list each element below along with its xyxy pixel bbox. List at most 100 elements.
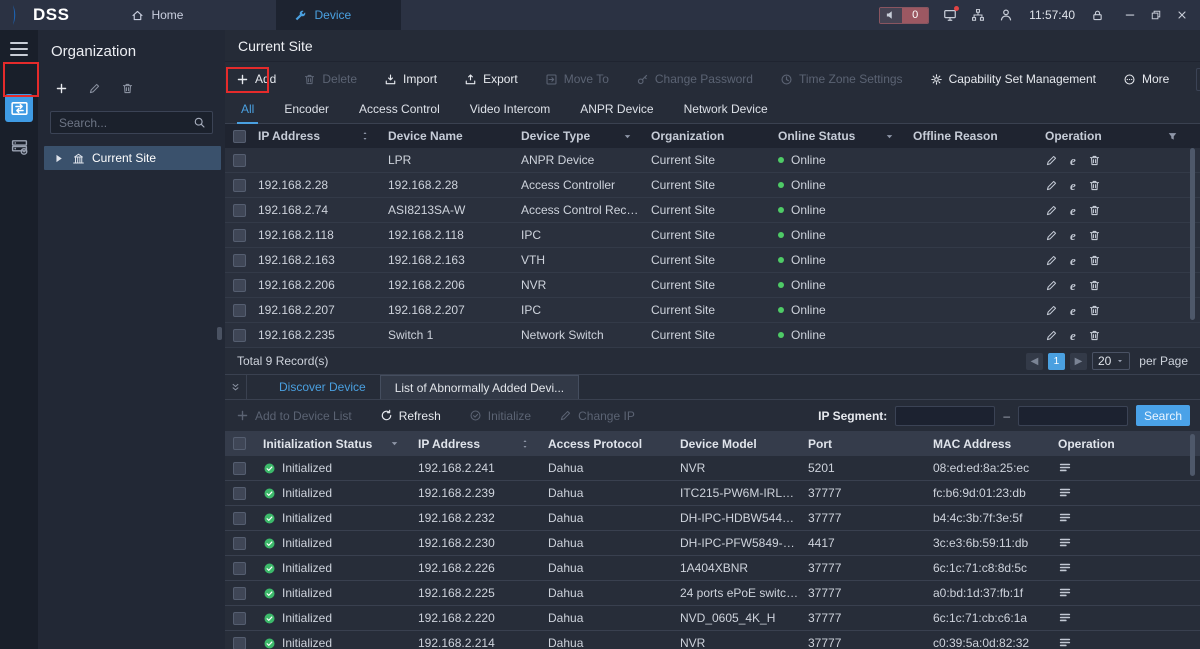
row-checkbox[interactable] [233,254,246,267]
ip-segment-end-input[interactable] [1018,406,1128,426]
org-search-input[interactable] [50,111,213,134]
col-device-type[interactable]: Device Type [513,129,643,143]
web-browser-icon[interactable]: e [1070,304,1076,317]
rail-item-device-org[interactable] [5,94,33,122]
table-row[interactable]: Initialized 192.168.2.225 Dahua 24 ports… [225,581,1200,606]
details-list-icon[interactable] [1058,511,1072,525]
table-row[interactable]: Initialized 192.168.2.220 Dahua NVD_0605… [225,606,1200,631]
capability-set-button[interactable]: Capability Set Management [930,72,1096,86]
delete-org-button[interactable] [117,78,137,98]
web-browser-icon[interactable]: e [1070,229,1076,242]
user-button[interactable] [999,8,1013,22]
page-size-select[interactable]: 20 [1092,352,1130,370]
delete-device-icon[interactable] [1088,304,1101,317]
event-center-button[interactable] [943,8,957,22]
alarm-counter[interactable]: 0 [879,7,929,24]
table-row[interactable]: Initialized 192.168.2.239 Dahua ITC215-P… [225,481,1200,506]
caret-down-icon[interactable] [884,131,895,142]
row-checkbox[interactable] [233,512,246,525]
col-ip-address[interactable]: IP Address [410,437,540,451]
sitemap-button[interactable] [971,8,985,22]
delete-device-icon[interactable] [1088,154,1101,167]
row-checkbox[interactable] [233,279,246,292]
col-init-status[interactable]: Initialization Status [255,437,410,451]
details-list-icon[interactable] [1058,536,1072,550]
close-button[interactable] [1176,9,1188,21]
change-ip-button[interactable]: Change IP [559,409,635,423]
details-list-icon[interactable] [1058,561,1072,575]
edit-device-icon[interactable] [1045,229,1058,242]
row-checkbox[interactable] [233,562,246,575]
expand-caret-icon[interactable] [52,152,65,165]
tab-abnormally-added[interactable]: List of Abnormally Added Devi... [380,375,579,399]
table-row[interactable]: 192.168.2.74 ASI8213SA-W Access Control … [225,198,1200,223]
import-button[interactable]: Import [384,72,437,86]
row-checkbox[interactable] [233,229,246,242]
web-browser-icon[interactable]: e [1070,254,1076,267]
details-list-icon[interactable] [1058,611,1072,625]
col-ip-address[interactable]: IP Address [250,129,380,143]
web-browser-icon[interactable]: e [1070,204,1076,217]
caret-down-icon[interactable] [389,438,400,449]
details-list-icon[interactable] [1058,586,1072,600]
collapse-panel-button[interactable] [225,375,247,399]
details-list-icon[interactable] [1058,636,1072,649]
details-list-icon[interactable] [1058,486,1072,500]
tab-anpr-device[interactable]: ANPR Device [580,102,653,123]
add-org-button[interactable] [51,78,71,98]
select-all-checkbox[interactable] [233,437,246,450]
add-to-device-list-button[interactable]: Add to Device List [236,409,352,423]
table-row[interactable]: Initialized 192.168.2.214 Dahua NVR 3777… [225,631,1200,649]
lock-screen-button[interactable] [1091,9,1104,22]
details-list-icon[interactable] [1058,461,1072,475]
delete-device-icon[interactable] [1088,204,1101,217]
rail-item-server[interactable] [5,132,33,160]
discover-table-scrollbar[interactable] [1190,432,1195,649]
current-page-button[interactable]: 1 [1048,353,1065,370]
table-row[interactable]: 192.168.2.163 192.168.2.163 VTH Current … [225,248,1200,273]
caret-down-icon[interactable] [622,131,633,142]
row-checkbox[interactable] [233,204,246,217]
tab-home[interactable]: Home [113,0,201,30]
table-row[interactable]: 192.168.2.207 192.168.2.207 IPC Current … [225,298,1200,323]
table-row[interactable]: 192.168.2.118 192.168.2.118 IPC Current … [225,223,1200,248]
tree-item-current-site[interactable]: Current Site [44,146,221,170]
time-zone-settings-button[interactable]: Time Zone Settings [780,72,903,86]
tab-discover-device[interactable]: Discover Device [265,375,380,399]
tab-network-device[interactable]: Network Device [684,102,768,123]
delete-device-icon[interactable] [1088,254,1101,267]
row-checkbox[interactable] [233,304,246,317]
web-browser-icon[interactable]: e [1070,279,1076,292]
table-row[interactable]: Initialized 192.168.2.226 Dahua 1A404XBN… [225,556,1200,581]
table-row[interactable]: 192.168.2.235 Switch 1 Network Switch Cu… [225,323,1200,348]
select-all-checkbox[interactable] [233,130,246,143]
row-checkbox[interactable] [233,179,246,192]
table-row[interactable]: Initialized 192.168.2.241 Dahua NVR 5201… [225,456,1200,481]
add-device-button[interactable]: Add [236,72,276,86]
row-checkbox[interactable] [233,487,246,500]
col-online-status[interactable]: Online Status [770,129,905,143]
hamburger-menu-button[interactable] [10,42,28,56]
table-row[interactable]: Initialized 192.168.2.232 Dahua DH-IPC-H… [225,506,1200,531]
export-button[interactable]: Export [464,72,518,86]
row-checkbox[interactable] [233,154,246,167]
edit-device-icon[interactable] [1045,179,1058,192]
edit-device-icon[interactable] [1045,279,1058,292]
more-button[interactable]: More [1123,72,1169,86]
edit-org-button[interactable] [84,78,104,98]
delete-device-icon[interactable] [1088,279,1101,292]
delete-device-button[interactable]: Delete [303,72,357,86]
ip-segment-start-input[interactable] [895,406,995,426]
web-browser-icon[interactable]: e [1070,154,1076,167]
delete-device-icon[interactable] [1088,329,1101,342]
sort-icon[interactable] [360,130,370,142]
row-checkbox[interactable] [233,537,246,550]
panel-splitter-handle[interactable] [217,327,222,340]
edit-device-icon[interactable] [1045,304,1058,317]
table-row[interactable]: 192.168.2.28 192.168.2.28 Access Control… [225,173,1200,198]
row-checkbox[interactable] [233,612,246,625]
filter-icon[interactable] [1167,131,1178,142]
tab-video-intercom[interactable]: Video Intercom [470,102,551,123]
row-checkbox[interactable] [233,637,246,649]
edit-device-icon[interactable] [1045,204,1058,217]
